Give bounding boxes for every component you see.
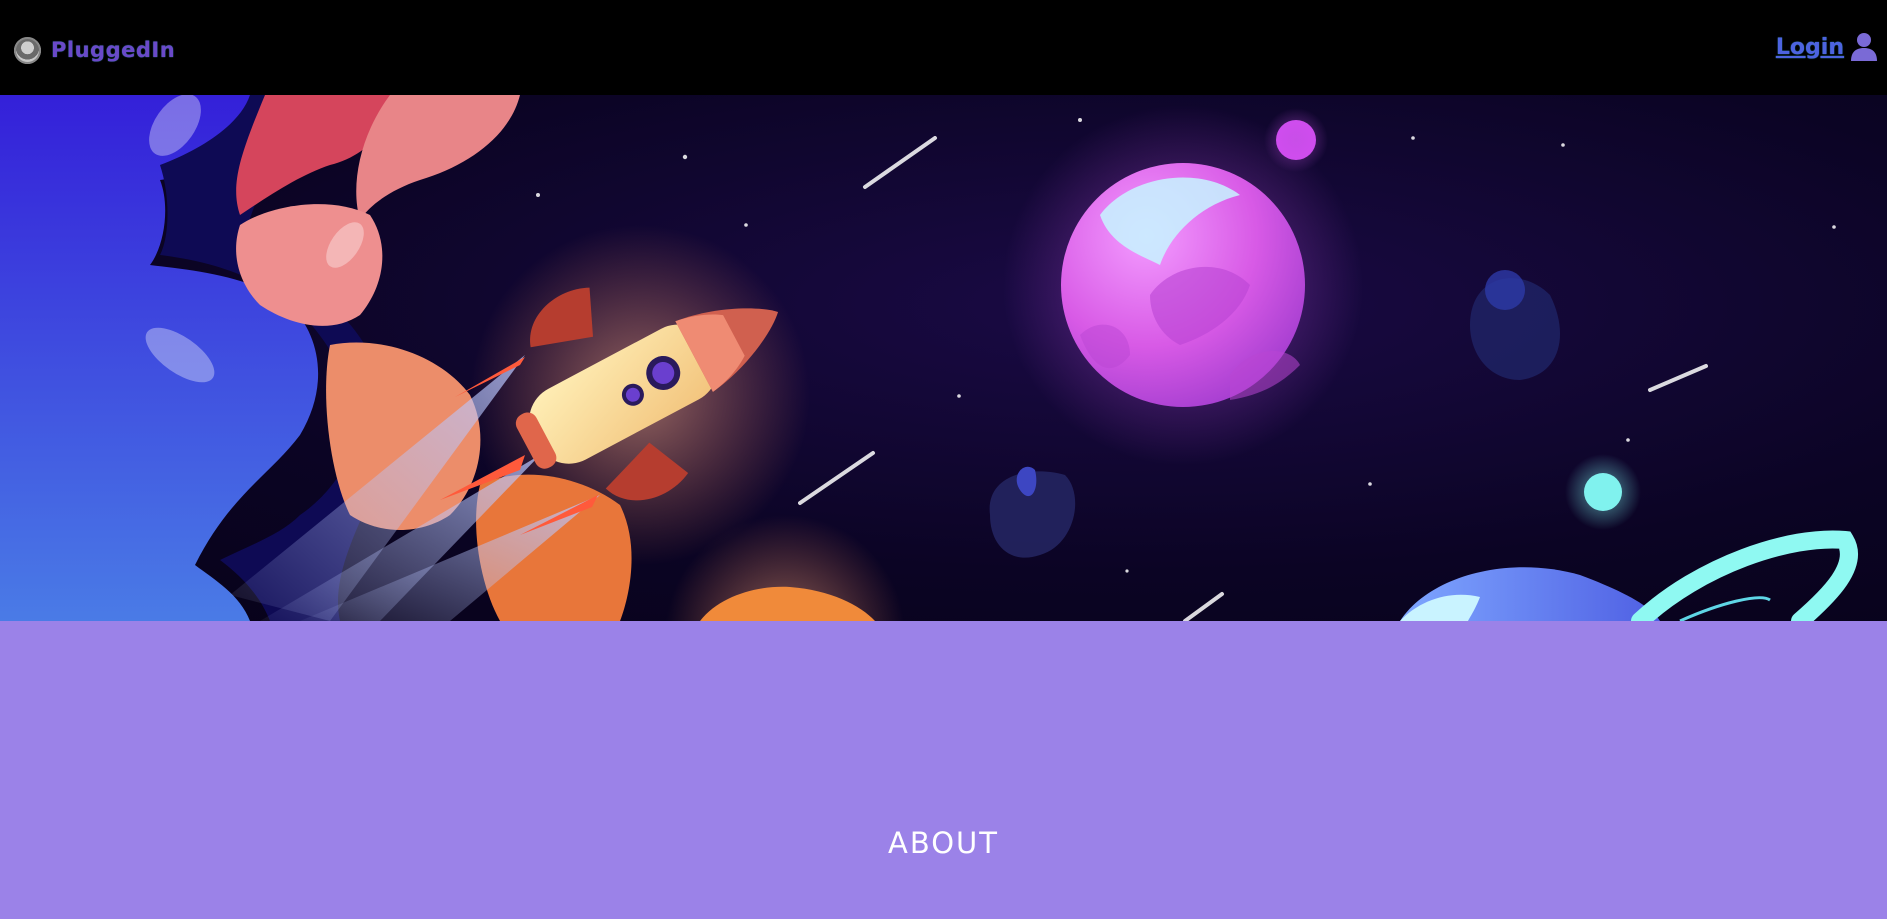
brand[interactable]: PluggedIn bbox=[14, 36, 175, 64]
about-heading: ABOUT bbox=[888, 826, 999, 860]
space-rocket-illustration bbox=[0, 95, 1858, 621]
login-link[interactable]: Login bbox=[1776, 32, 1878, 62]
brand-name: PluggedIn bbox=[51, 38, 176, 62]
hero-banner bbox=[0, 95, 1887, 621]
top-navbar: PluggedIn Login bbox=[0, 0, 1887, 95]
login-label: Login bbox=[1775, 34, 1844, 60]
user-icon bbox=[1851, 33, 1877, 61]
avatar-logo-icon bbox=[14, 36, 41, 64]
